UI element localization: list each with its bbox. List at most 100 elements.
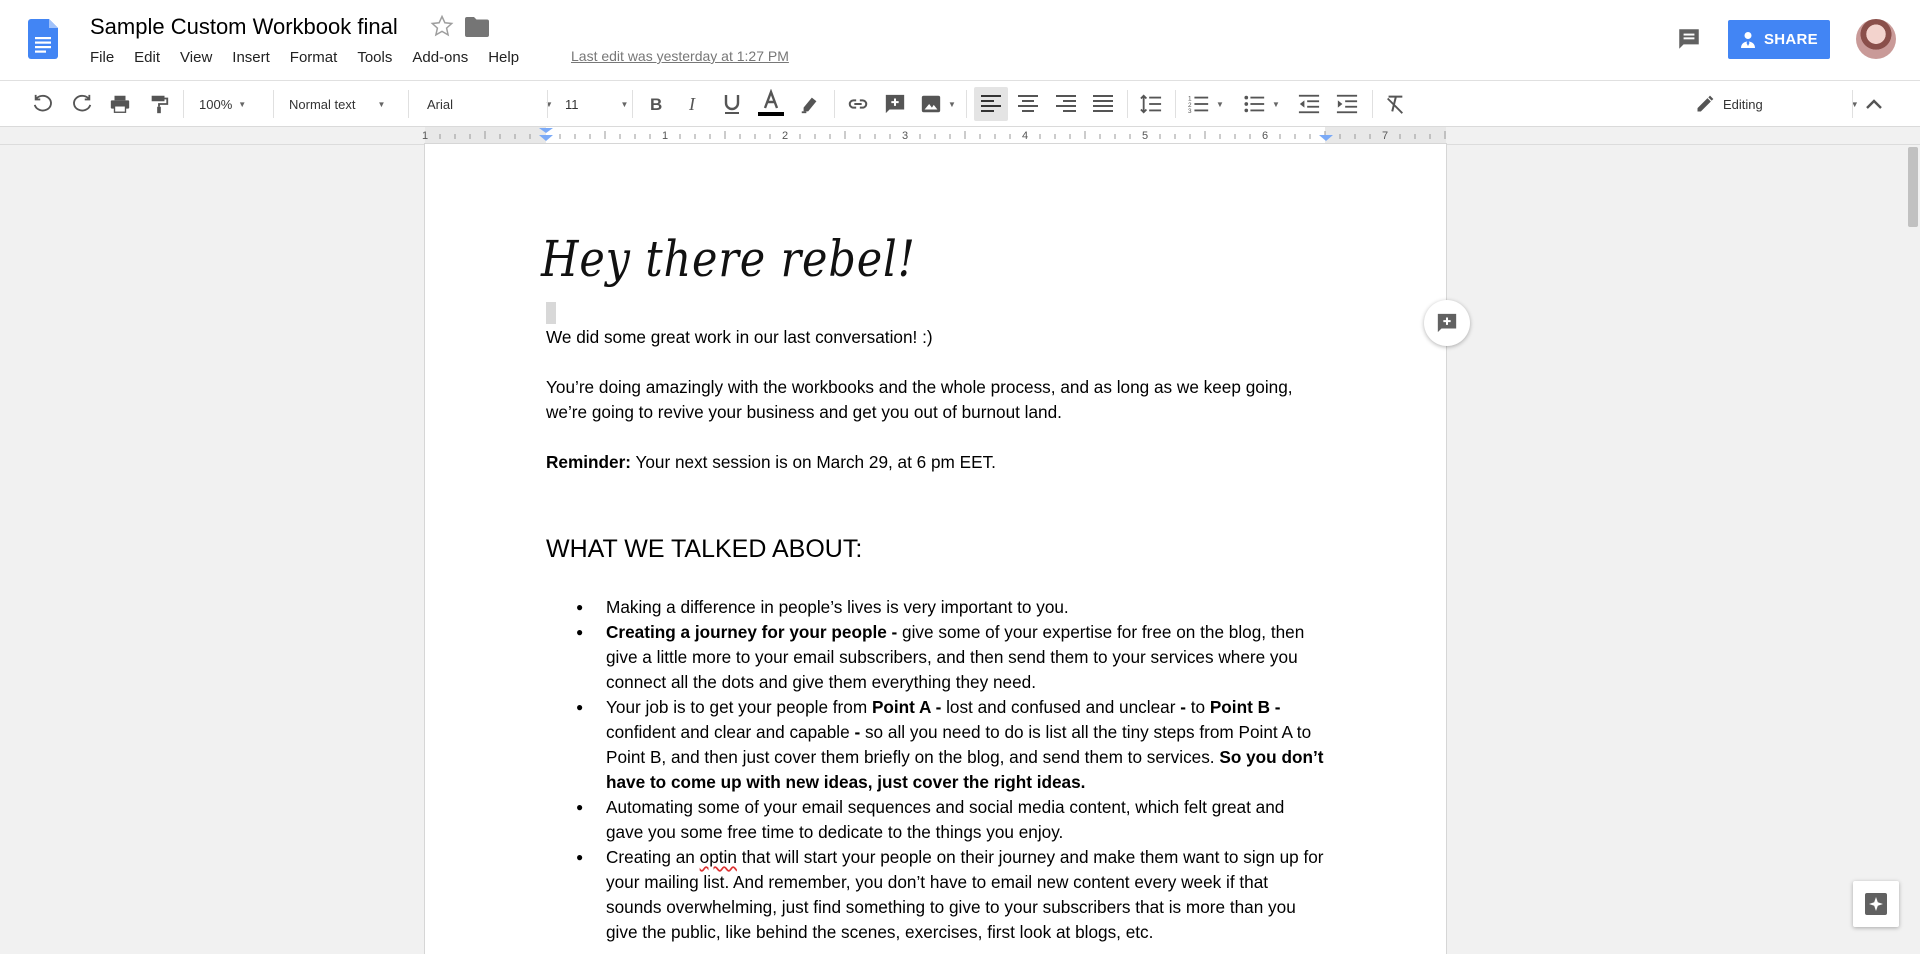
bulleted-list-icon[interactable]: ▼ [1244,81,1280,127]
toolbar-divider [632,90,633,118]
toolbar-divider [408,90,409,118]
ruler-scale: 1 1 2 3 4 5 6 7 [422,127,1446,144]
list-item[interactable]: Creating a journey for your people - giv… [546,620,1326,695]
insert-comment-icon[interactable] [884,81,906,127]
redo-icon[interactable] [71,81,93,127]
star-icon[interactable] [430,14,454,43]
font-dropdown[interactable]: Arial ▼ [427,81,553,127]
paragraph-progress[interactable]: You’re doing amazingly with the workbook… [546,375,1336,425]
font-size-dropdown[interactable]: 11 ▼ [565,81,628,127]
clear-formatting-icon[interactable] [1384,81,1406,127]
paragraph-greeting[interactable]: We did some great work in our last conve… [546,325,1321,350]
ruler[interactable]: 1 1 2 3 4 5 6 7 [0,127,1920,145]
share-label: SHARE [1763,31,1818,48]
list-item[interactable]: Automating some of your email sequences … [546,795,1326,845]
ruler-number: 6 [1262,130,1268,142]
chevron-down-icon: ▼ [1216,99,1224,109]
decrease-indent-icon[interactable] [1298,81,1320,127]
menu-insert[interactable]: Insert [232,49,270,66]
list-item-text: confident and clear and capable [606,722,855,742]
comments-icon[interactable] [1676,26,1702,57]
toolbar-divider [183,90,184,118]
document-heading[interactable]: Hey there rebel! [541,230,916,288]
add-comment-icon [1437,313,1457,333]
align-left-icon[interactable] [974,87,1008,121]
chevron-down-icon: ▼ [1272,99,1280,109]
svg-text:3: 3 [1188,108,1192,115]
ruler-number: 5 [1142,130,1148,142]
ruler-number: 4 [1022,130,1028,142]
undo-icon[interactable] [32,81,54,127]
align-justify-icon[interactable] [1093,81,1113,127]
zoom-value: 100% [199,96,233,112]
chevron-down-icon: ▼ [620,99,629,109]
menu-addons[interactable]: Add-ons [412,49,468,66]
list-item-text: Your job is to get your people from [606,697,872,717]
insert-image-icon[interactable]: ▼ [920,81,956,127]
insert-link-icon[interactable] [846,81,870,127]
underline-icon[interactable] [722,81,742,127]
list-item[interactable]: Creating an optin that will start your p… [546,845,1326,945]
bullet-list: Making a difference in people’s lives is… [546,595,1326,945]
explore-icon [1865,893,1887,915]
ruler-number: 7 [1382,130,1388,142]
chevron-down-icon: ▼ [948,99,956,109]
bold-icon[interactable]: B [647,81,665,127]
reminder-label: Reminder: [546,452,631,472]
list-item[interactable]: Your job is to get your people from Poin… [546,695,1326,795]
list-item-text: Automating some of your email sequences … [606,797,1285,842]
menu-bar: File Edit View Insert Format Tools Add-o… [90,49,539,66]
explore-button[interactable] [1853,881,1899,927]
increase-indent-icon[interactable] [1336,81,1358,127]
app-header: Sample Custom Workbook final File Edit V… [0,0,1920,80]
reminder-text: Your next session is on March 29, at 6 p… [631,452,996,472]
style-dropdown[interactable]: Normal text ▼ [289,81,385,127]
menu-help[interactable]: Help [488,49,519,66]
share-person-icon [1740,31,1755,48]
paint-format-icon[interactable] [148,81,170,127]
google-docs-icon[interactable] [28,19,58,64]
highlight-color-icon[interactable] [799,81,821,127]
section-heading[interactable]: WHAT WE TALKED ABOUT: [546,535,862,564]
misspelled-word[interactable]: optin [700,847,737,867]
last-edit-link[interactable]: Last edit was yesterday at 1:27 PM [571,48,789,64]
menu-format[interactable]: Format [290,49,338,66]
list-item[interactable]: Making a difference in people’s lives is… [546,595,1326,620]
menu-file[interactable]: File [90,49,114,66]
align-center-icon[interactable] [1018,81,1038,127]
font-value: Arial [427,96,454,112]
toolbar-divider [547,90,548,118]
line-spacing-icon[interactable] [1140,81,1162,127]
add-comment-button[interactable] [1424,300,1470,346]
user-avatar[interactable] [1856,19,1896,59]
ruler-number: 1 [662,130,668,142]
folder-icon[interactable] [465,17,489,42]
collapse-menus-icon[interactable] [1865,81,1883,127]
menu-edit[interactable]: Edit [134,49,160,66]
toolbar-divider [1127,90,1128,118]
list-item-bold: Point B - [1209,697,1281,717]
editing-mode-value: Editing [1723,96,1763,112]
menu-view[interactable]: View [180,49,212,66]
list-item-text: Making a difference in people’s lives is… [606,597,1069,617]
menu-tools[interactable]: Tools [357,49,392,66]
ruler-number: 2 [782,130,788,142]
italic-icon[interactable]: I [685,81,703,127]
text-cursor [546,302,556,324]
toolbar-divider [966,90,967,118]
ruler-number: 3 [902,130,908,142]
paragraph-reminder[interactable]: Reminder: Your next session is on March … [546,450,1321,475]
toolbar-divider [834,90,835,118]
scrollbar-thumb[interactable] [1908,147,1918,227]
editing-mode-dropdown[interactable]: Editing ▼ [1695,81,1859,127]
list-item-bold: Creating a journey for your people - [606,622,898,642]
text-color-icon[interactable] [758,81,784,127]
numbered-list-icon[interactable]: 1 2 3 ▼ [1188,81,1224,127]
zoom-dropdown[interactable]: 100% ▼ [199,81,246,127]
document-title[interactable]: Sample Custom Workbook final [90,14,398,40]
align-right-icon[interactable] [1056,81,1076,127]
svg-text:B: B [650,95,662,114]
toolbar-divider [1852,90,1853,118]
share-button[interactable]: SHARE [1728,20,1830,59]
print-icon[interactable] [109,81,131,127]
